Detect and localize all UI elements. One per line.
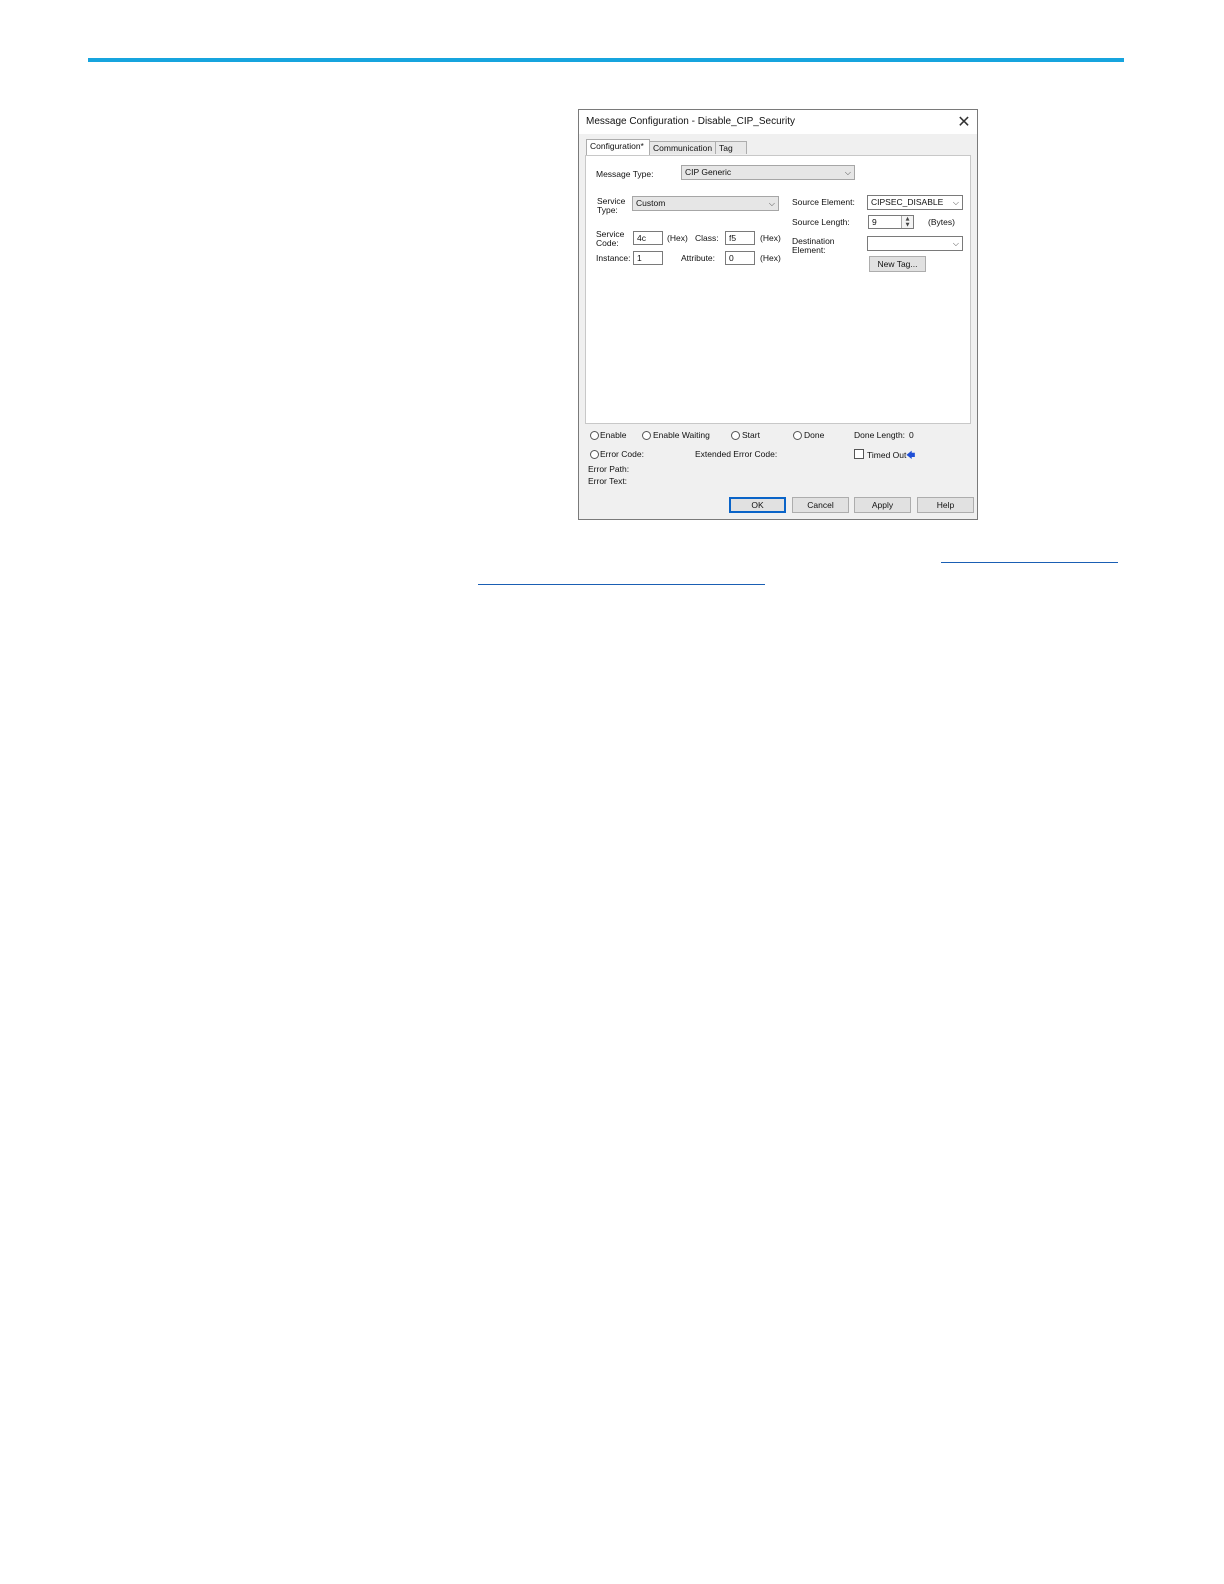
apply-button[interactable]: Apply: [854, 497, 911, 513]
attribute-label: Attribute:: [681, 253, 716, 263]
instance-input[interactable]: 1: [633, 251, 663, 265]
stepper-arrows-icon[interactable]: ▲ ▼: [901, 216, 913, 228]
message-type-select[interactable]: CIP Generic ⌵: [681, 165, 855, 180]
dialog-title: Message Configuration - Disable_CIP_Secu…: [586, 116, 795, 127]
configuration-panel: Message Type: CIP Generic ⌵ Service Type…: [585, 155, 971, 424]
service-type-select[interactable]: Custom ⌵: [632, 196, 779, 211]
source-element-select[interactable]: CIPSEC_DISABLE ⌵: [867, 195, 963, 210]
start-label: Start: [742, 430, 760, 440]
enable-waiting-indicator: [642, 431, 651, 440]
close-icon[interactable]: ✕: [955, 113, 973, 131]
done-length-value: 0: [909, 430, 914, 440]
error-code-indicator: [590, 450, 599, 459]
message-type-value: CIP Generic: [685, 167, 732, 177]
timed-out-checkbox[interactable]: [854, 449, 864, 459]
source-length-label: Source Length:: [792, 217, 850, 227]
source-length-stepper[interactable]: 9 ▲ ▼: [868, 215, 914, 229]
source-length-unit: (Bytes): [928, 217, 955, 227]
service-code-input[interactable]: 4c: [633, 231, 663, 245]
new-tag-button[interactable]: New Tag...: [869, 256, 926, 272]
enable-waiting-label: Enable Waiting: [653, 430, 710, 440]
enable-indicator: [590, 431, 599, 440]
arrow-left-icon: 🡄: [906, 451, 916, 461]
instance-label: Instance:: [596, 253, 631, 263]
chevron-down-icon: ⌵: [952, 198, 959, 207]
class-unit: (Hex): [760, 233, 781, 243]
tab-configuration[interactable]: Configuration*: [586, 139, 650, 155]
destination-element-select[interactable]: ⌵: [867, 236, 963, 251]
done-label: Done: [804, 430, 825, 440]
service-type-value: Custom: [636, 198, 666, 208]
start-indicator: [731, 431, 740, 440]
error-path-label: Error Path:: [588, 464, 630, 474]
destination-element-label: Destination Element:: [792, 236, 835, 255]
class-input[interactable]: f5: [725, 231, 755, 245]
service-type-label: Service Type:: [597, 196, 626, 215]
cancel-button[interactable]: Cancel: [792, 497, 849, 513]
chevron-down-icon: ⌵: [952, 239, 959, 248]
message-configuration-dialog: Message Configuration - Disable_CIP_Secu…: [578, 109, 978, 520]
tab-tag[interactable]: Tag: [715, 141, 747, 154]
source-length-value: 9: [872, 217, 877, 227]
service-code-label: Service Code:: [596, 229, 625, 248]
header-rule: [88, 58, 1124, 62]
chevron-down-icon: ⌵: [844, 168, 851, 177]
dialog-titlebar: Message Configuration - Disable_CIP_Secu…: [579, 110, 977, 134]
extended-error-code-label: Extended Error Code:: [695, 449, 778, 459]
done-length-label: Done Length:: [854, 430, 906, 440]
tab-communication[interactable]: Communication: [649, 141, 717, 154]
chevron-down-icon: ⌵: [768, 199, 775, 208]
hyperlink-underline-1[interactable]: [941, 562, 1118, 563]
source-element-value: CIPSEC_DISABLE: [871, 197, 944, 207]
enable-label: Enable: [600, 430, 627, 440]
class-label: Class:: [695, 233, 719, 243]
help-button[interactable]: Help: [917, 497, 974, 513]
timed-out-label: Timed Out: [867, 450, 907, 460]
hyperlink-underline-2[interactable]: [478, 584, 765, 585]
attribute-unit: (Hex): [760, 253, 781, 263]
error-text-label: Error Text:: [588, 476, 628, 486]
source-element-label: Source Element:: [792, 197, 855, 207]
attribute-input[interactable]: 0: [725, 251, 755, 265]
error-code-label: Error Code:: [600, 449, 644, 459]
ok-button[interactable]: OK: [729, 497, 786, 513]
done-indicator: [793, 431, 802, 440]
message-type-label: Message Type:: [596, 169, 654, 179]
service-code-unit: (Hex): [667, 233, 688, 243]
